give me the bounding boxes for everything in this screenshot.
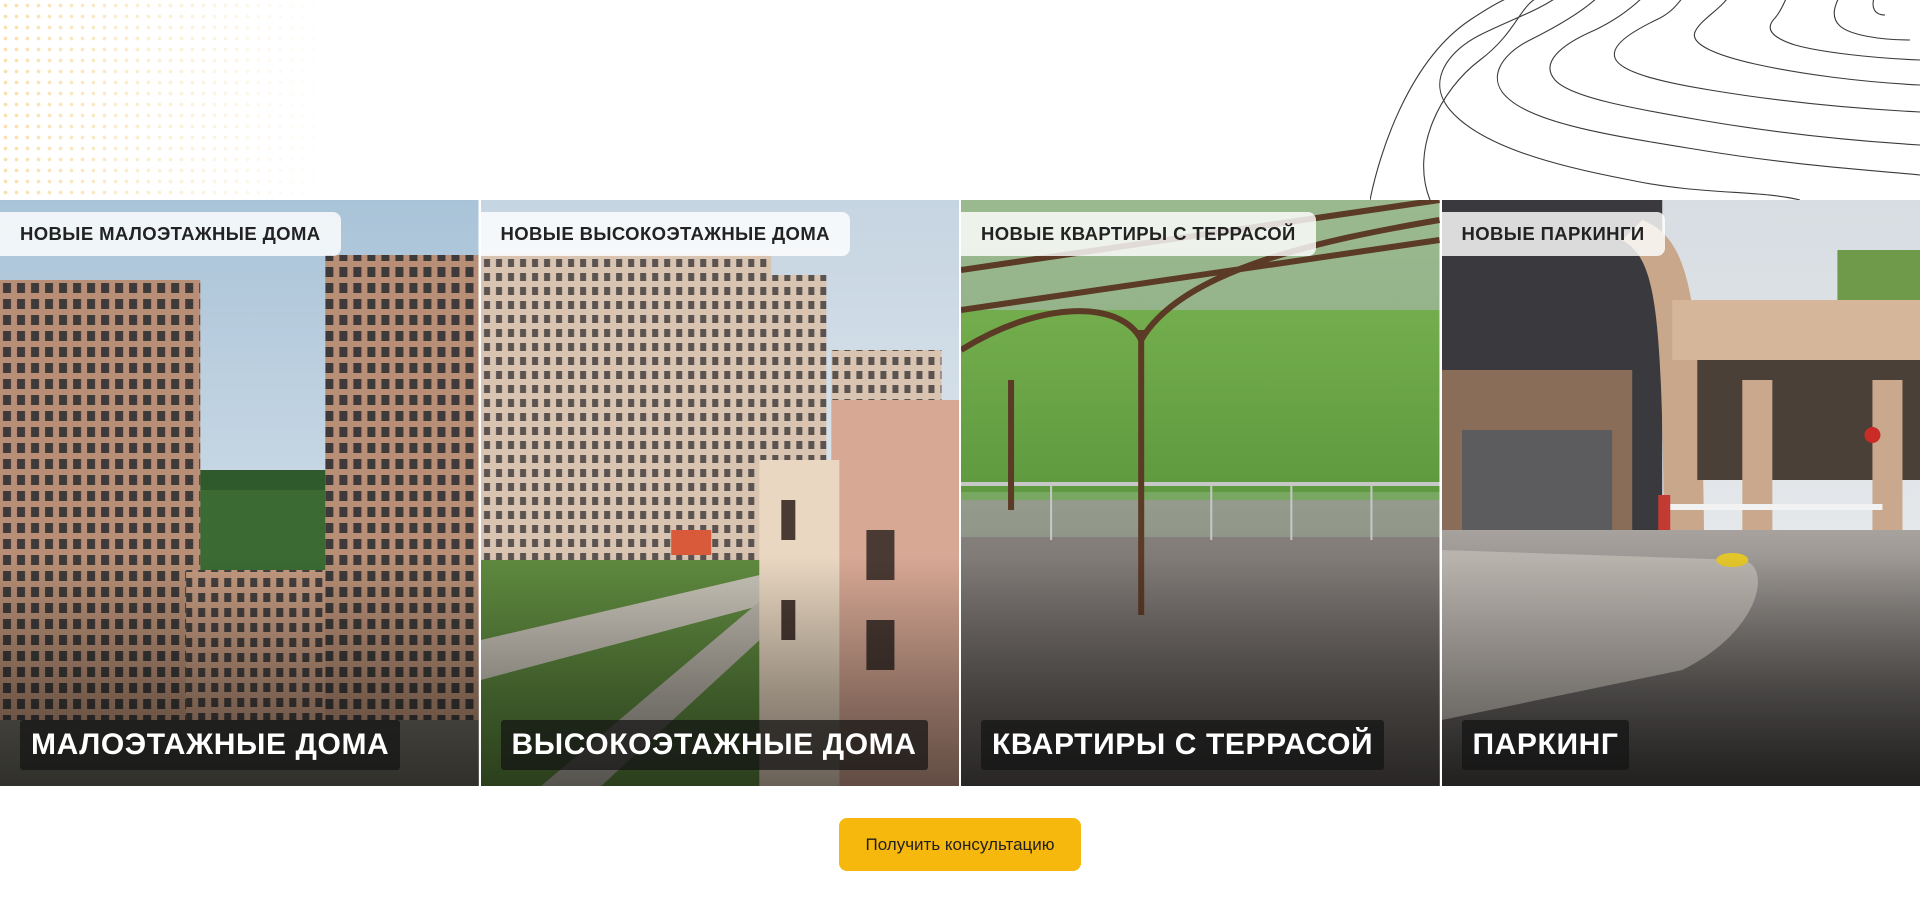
card-title: ПАРКИНГ xyxy=(1461,720,1630,770)
page: НОВЫЕ МАЛОЭТАЖНЫЕ ДОМА МАЛОЭТАЖНЫЕ ДОМА xyxy=(0,0,1920,903)
high-rise-houses-photo xyxy=(480,200,959,786)
dot-pattern-decoration xyxy=(0,0,330,200)
card-tag: НОВЫЕ ПАРКИНГИ xyxy=(1441,212,1665,256)
card-terrace-apartments[interactable]: НОВЫЕ КВАРТИРЫ С ТЕРРАСОЙ КВАРТИРЫ С ТЕР… xyxy=(961,200,1440,786)
terrace-apartments-photo xyxy=(961,200,1440,786)
parking-photo xyxy=(1441,200,1920,786)
card-title: КВАРТИРЫ С ТЕРРАСОЙ xyxy=(981,720,1385,770)
low-rise-houses-photo xyxy=(0,200,479,786)
card-tag: НОВЫЕ ВЫСОКОЭТАЖНЫЕ ДОМА xyxy=(480,212,850,256)
contour-lines-decoration xyxy=(1370,0,1920,200)
card-title: МАЛОЭТАЖНЫЕ ДОМА xyxy=(20,720,401,770)
category-cards: НОВЫЕ МАЛОЭТАЖНЫЕ ДОМА МАЛОЭТАЖНЫЕ ДОМА xyxy=(0,200,1920,786)
card-tag: НОВЫЕ КВАРТИРЫ С ТЕРРАСОЙ xyxy=(961,212,1316,256)
card-title: ВЫСОКОЭТАЖНЫЕ ДОМА xyxy=(500,720,928,770)
card-parking[interactable]: НОВЫЕ ПАРКИНГИ ПАРКИНГ xyxy=(1441,200,1920,786)
consultation-button[interactable]: Получить консультацию xyxy=(839,818,1081,871)
card-high-rise-houses[interactable]: НОВЫЕ ВЫСОКОЭТАЖНЫЕ ДОМА ВЫСОКОЭТАЖНЫЕ Д… xyxy=(480,200,959,786)
card-tag: НОВЫЕ МАЛОЭТАЖНЫЕ ДОМА xyxy=(0,212,341,256)
card-low-rise-houses[interactable]: НОВЫЕ МАЛОЭТАЖНЫЕ ДОМА МАЛОЭТАЖНЫЕ ДОМА xyxy=(0,200,479,786)
